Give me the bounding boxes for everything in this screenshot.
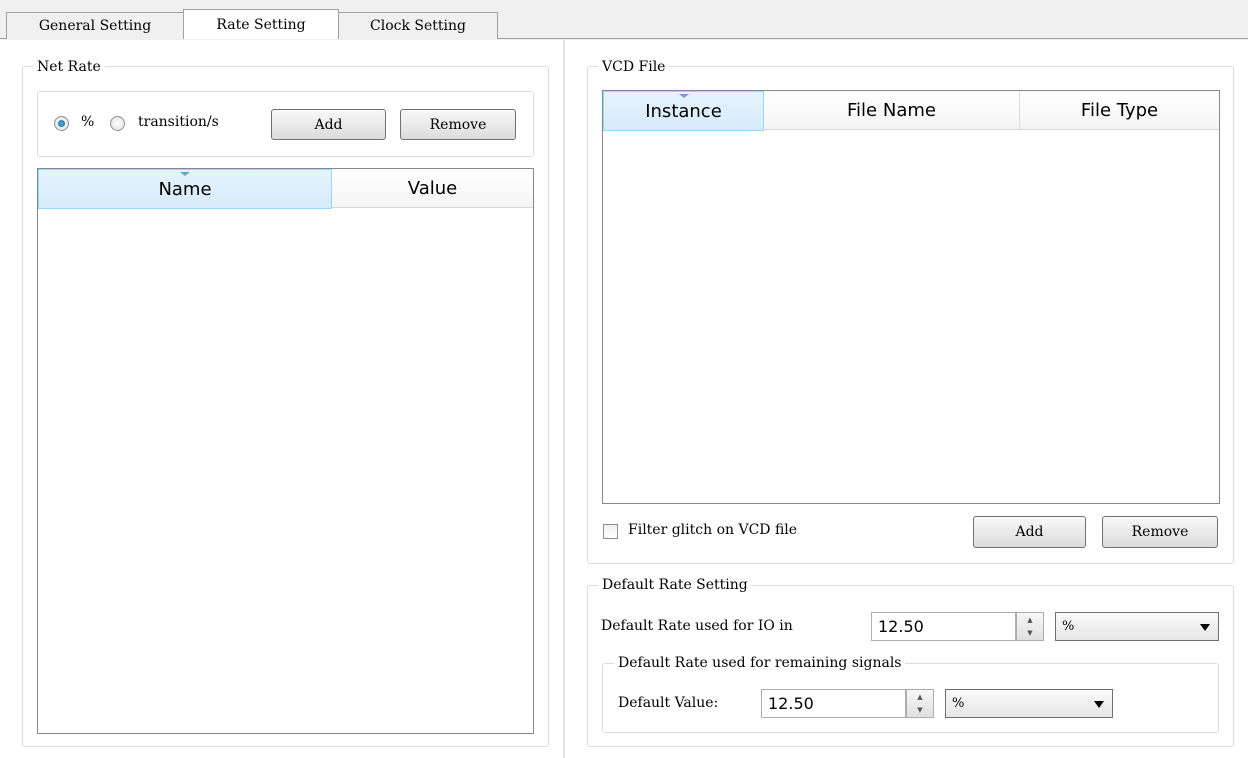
default-value-spinner[interactable]: ▲ ▼	[906, 689, 934, 718]
tab-rate-setting[interactable]: Rate Setting	[183, 9, 339, 39]
vcd-file-table[interactable]: Instance File Name File Type	[602, 90, 1220, 504]
remaining-signals-title: Default Rate used for remaining signals	[614, 655, 906, 671]
vcd-add-button[interactable]: Add	[973, 516, 1086, 548]
io-rate-unit-value: %	[1062, 619, 1075, 634]
column-header-file-name-label: File Name	[847, 99, 936, 121]
sort-indicator-icon	[678, 94, 689, 98]
spin-up-icon[interactable]: ▲	[1017, 613, 1043, 627]
vcd-file-title: VCD File	[598, 59, 670, 75]
io-rate-unit-select[interactable]: %	[1055, 612, 1219, 641]
column-header-file-type-label: File Type	[1080, 99, 1159, 121]
radio-percent-label: %	[81, 114, 95, 130]
column-header-file-name[interactable]: File Name	[764, 91, 1020, 129]
net-rate-remove-button[interactable]: Remove	[400, 109, 516, 140]
radio-percent[interactable]	[54, 116, 69, 131]
default-value-input[interactable]: 12.50	[761, 689, 906, 718]
spin-down-icon[interactable]: ▼	[907, 704, 933, 718]
column-header-value-label: Value	[407, 177, 458, 199]
column-header-instance-label: Instance	[645, 100, 722, 122]
default-value-unit-value: %	[952, 696, 965, 711]
net-rate-add-button[interactable]: Add	[271, 109, 386, 140]
vcd-remove-button[interactable]: Remove	[1102, 516, 1218, 548]
filter-glitch-checkbox[interactable]	[603, 524, 618, 539]
column-header-file-type[interactable]: File Type	[1020, 91, 1219, 129]
io-rate-label: Default Rate used for IO in	[601, 618, 793, 634]
tab-clock-setting[interactable]: Clock Setting	[338, 12, 498, 39]
tab-general-setting[interactable]: General Setting	[6, 12, 184, 39]
default-rate-title: Default Rate Setting	[598, 577, 752, 593]
io-rate-input[interactable]: 12.50	[871, 612, 1016, 641]
sort-indicator-icon	[180, 172, 190, 176]
radio-transition[interactable]	[110, 116, 125, 131]
net-rate-table[interactable]: Name Value	[37, 168, 534, 734]
radio-transition-label: transition/s	[138, 114, 219, 130]
column-header-name[interactable]: Name	[38, 169, 332, 209]
chevron-down-icon	[1094, 700, 1104, 708]
net-rate-title: Net Rate	[33, 59, 105, 75]
column-header-value[interactable]: Value	[332, 169, 533, 207]
net-rate-table-header: Name Value	[38, 169, 533, 209]
io-rate-spinner[interactable]: ▲ ▼	[1016, 612, 1044, 641]
spin-up-icon[interactable]: ▲	[907, 690, 933, 704]
default-value-label: Default Value:	[618, 695, 719, 711]
panel-splitter[interactable]	[563, 40, 565, 758]
column-header-instance[interactable]: Instance	[603, 91, 764, 131]
default-value-unit-select[interactable]: %	[945, 689, 1113, 718]
filter-glitch-label: Filter glitch on VCD file	[628, 522, 798, 538]
column-header-name-label: Name	[158, 178, 212, 200]
spin-down-icon[interactable]: ▼	[1017, 627, 1043, 641]
vcd-file-table-header: Instance File Name File Type	[603, 91, 1219, 131]
chevron-down-icon	[1200, 623, 1210, 631]
